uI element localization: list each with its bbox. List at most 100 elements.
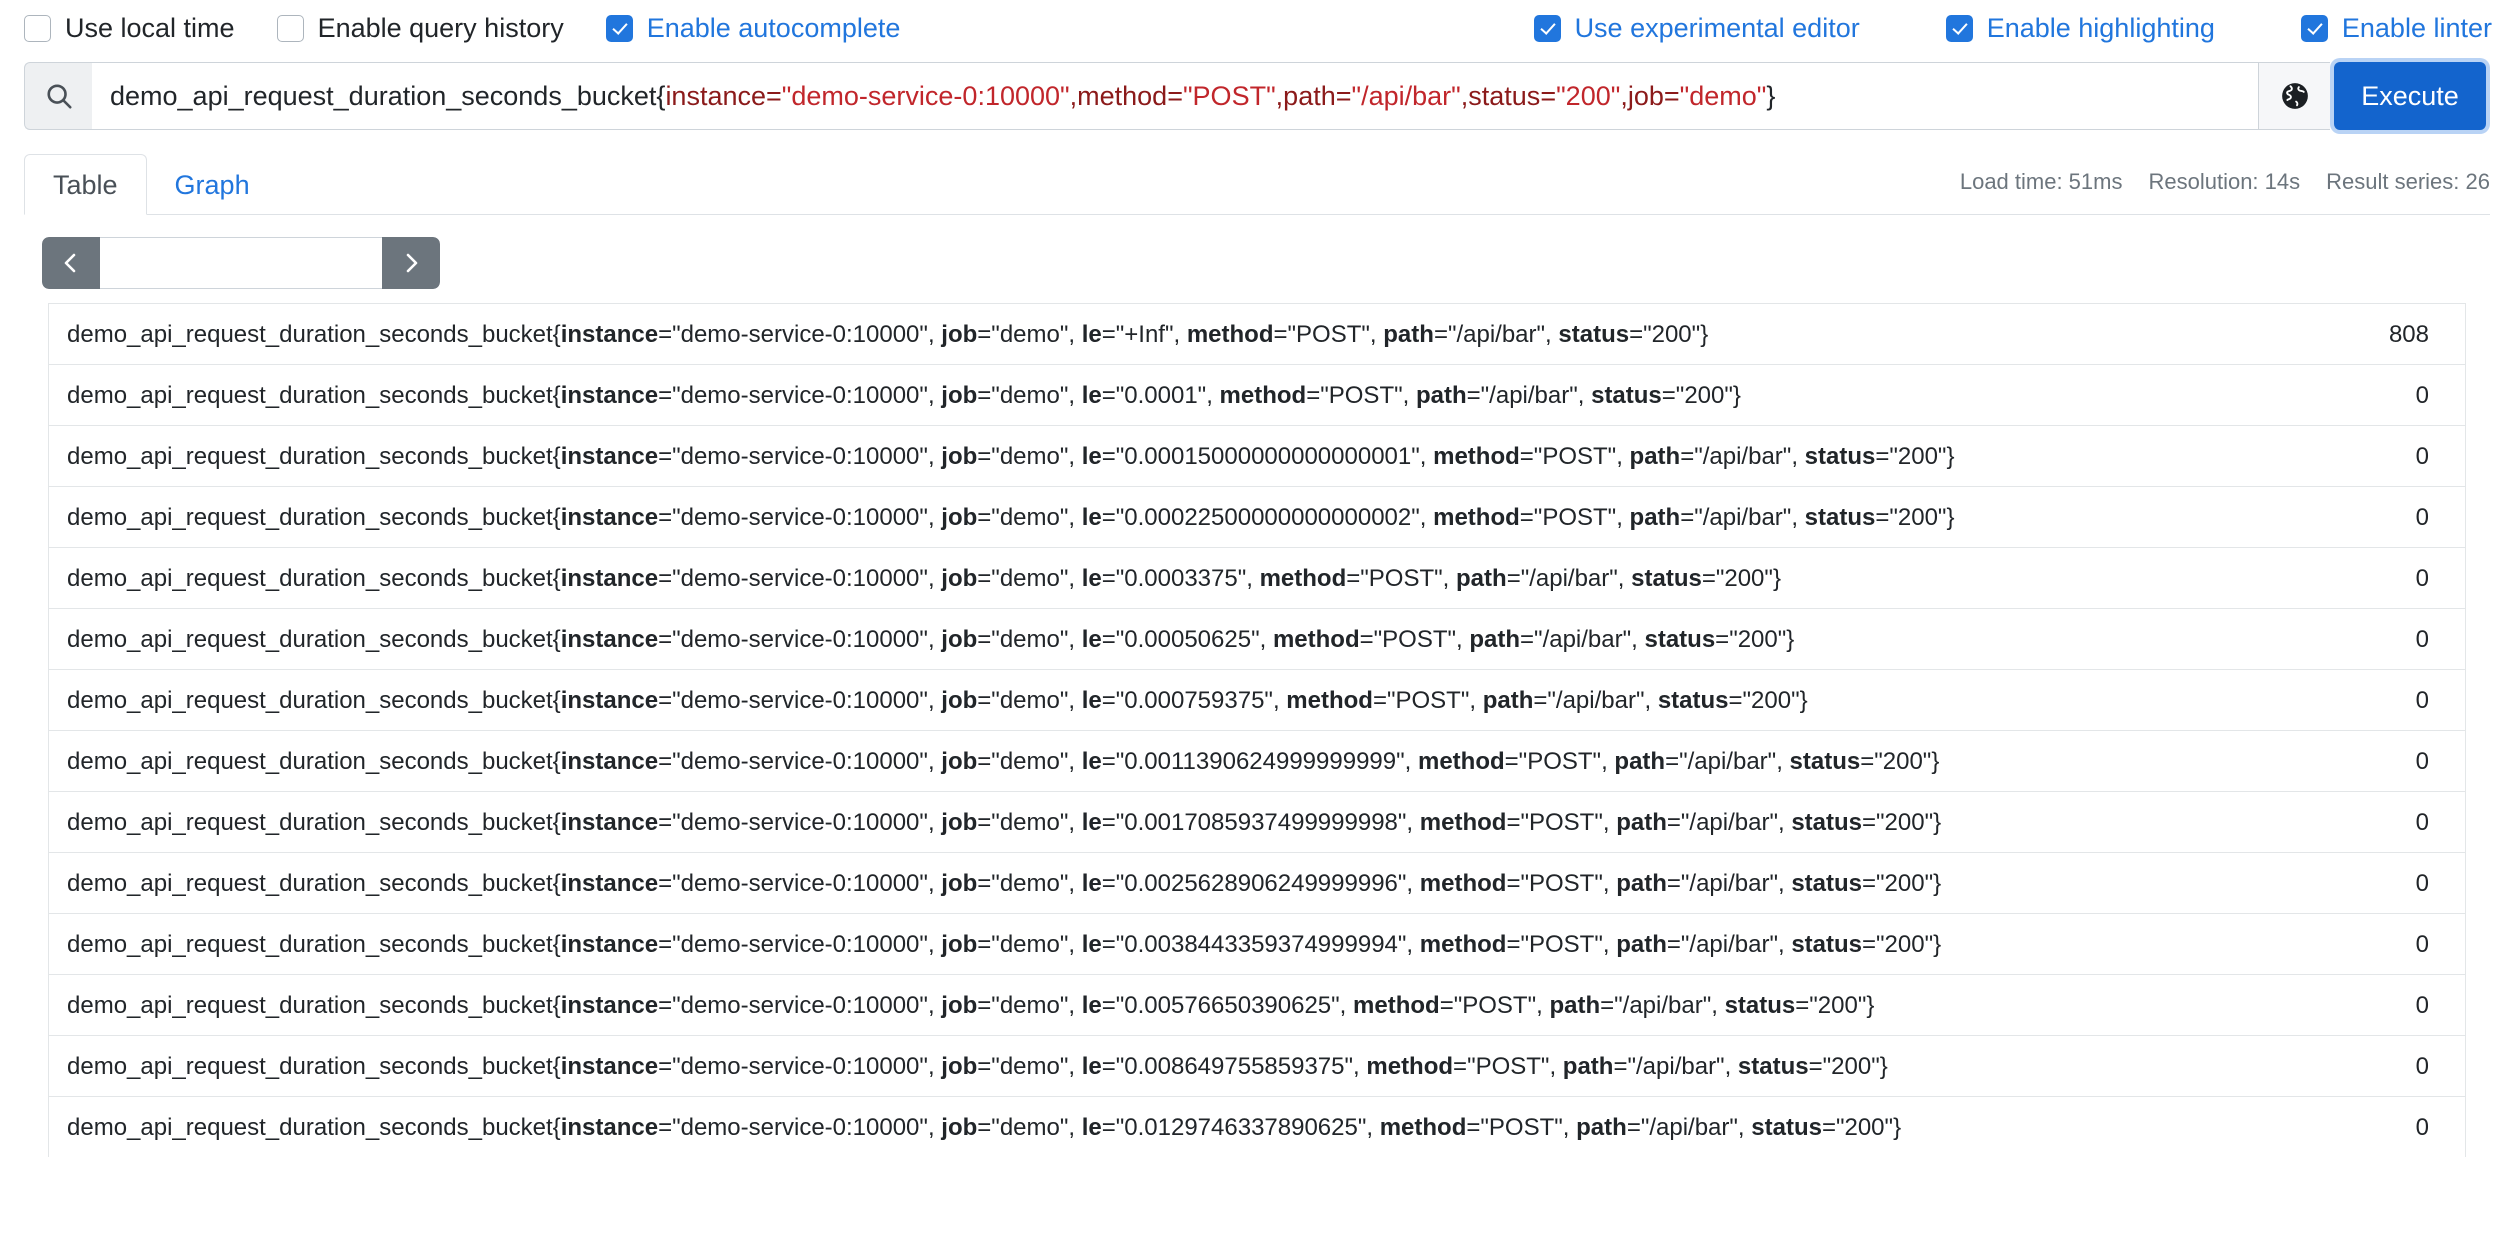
series-value-job: ="demo" <box>977 1114 1068 1141</box>
series-label-le: le <box>1082 321 1102 348</box>
series-label-instance: instance <box>561 443 658 470</box>
series-close-brace: } <box>1933 870 1941 897</box>
series-label-le: le <box>1082 1053 1102 1080</box>
series-label-path: path <box>1630 443 1681 470</box>
series-close-brace: } <box>1733 382 1741 409</box>
table-row[interactable]: demo_api_request_duration_seconds_bucket… <box>49 975 2465 1036</box>
series-label-method: method <box>1433 504 1520 531</box>
series-value-cell: 0 <box>2249 426 2465 487</box>
series-value-instance: ="demo-service-0:10000" <box>658 931 928 958</box>
series-value-job: ="demo" <box>977 321 1068 348</box>
series-value-method: ="POST" <box>1520 443 1616 470</box>
series-label-path: path <box>1563 1053 1614 1080</box>
series-label-job: job <box>941 1114 977 1141</box>
option-use-experimental-editor[interactable]: Use experimental editor <box>1534 13 1860 43</box>
table-row[interactable]: demo_api_request_duration_seconds_bucket… <box>49 914 2465 975</box>
series-label-instance: instance <box>561 687 658 714</box>
series-value-cell: 0 <box>2249 731 2465 792</box>
series-value-le: ="0.00050625" <box>1102 626 1260 653</box>
option-enable-autocomplete[interactable]: Enable autocomplete <box>606 13 901 43</box>
promql-expression-input[interactable]: demo_api_request_duration_seconds_bucket… <box>92 62 2258 130</box>
use-local-time-checkbox[interactable] <box>24 15 51 42</box>
table-row[interactable]: demo_api_request_duration_seconds_bucket… <box>49 731 2465 792</box>
use-experimental-editor-label: Use experimental editor <box>1575 13 1860 43</box>
series-label-status: status <box>1791 931 1862 958</box>
results-table-body: demo_api_request_duration_seconds_bucket… <box>49 304 2465 1158</box>
query-close-brace: } <box>1766 81 1775 112</box>
series-value-status: ="200" <box>1862 870 1933 897</box>
series-label-job: job <box>941 626 977 653</box>
series-metric-name: demo_api_request_duration_seconds_bucket… <box>67 1114 561 1141</box>
series-value-instance: ="demo-service-0:10000" <box>658 870 928 897</box>
series-close-brace: } <box>1893 1114 1901 1141</box>
stat-resolution: Resolution: 14s <box>2148 170 2300 194</box>
table-row[interactable]: demo_api_request_duration_seconds_bucket… <box>49 670 2465 731</box>
table-row[interactable]: demo_api_request_duration_seconds_bucket… <box>49 1036 2465 1097</box>
series-value-instance: ="demo-service-0:10000" <box>658 504 928 531</box>
use-experimental-editor-checkbox[interactable] <box>1534 15 1561 42</box>
matcher-separator-4: , <box>1620 81 1628 112</box>
series-value-le: ="0.00022500000000000002" <box>1102 504 1420 531</box>
matcher-value-path: "/api/bar" <box>1352 81 1461 112</box>
table-row[interactable]: demo_api_request_duration_seconds_bucket… <box>49 426 2465 487</box>
results-table-container: demo_api_request_duration_seconds_bucket… <box>48 303 2466 1157</box>
series-label-instance: instance <box>561 626 658 653</box>
table-row[interactable]: demo_api_request_duration_seconds_bucket… <box>49 304 2465 365</box>
matcher-label-job: job <box>1628 81 1664 112</box>
execute-button[interactable]: Execute <box>2334 62 2486 130</box>
series-value-instance: ="demo-service-0:10000" <box>658 443 928 470</box>
series-value-method: ="POST" <box>1306 382 1402 409</box>
series-label-status: status <box>1791 809 1862 836</box>
series-value-job: ="demo" <box>977 504 1068 531</box>
series-label-path: path <box>1383 321 1434 348</box>
series-value-job: ="demo" <box>977 809 1068 836</box>
tab-graph[interactable]: Graph <box>147 155 278 214</box>
table-panel: demo_api_request_duration_seconds_bucket… <box>24 215 2490 1157</box>
option-enable-linter[interactable]: Enable linter <box>2301 13 2492 43</box>
series-value-cell: 0 <box>2249 365 2465 426</box>
enable-query-history-checkbox[interactable] <box>277 15 304 42</box>
series-value-path: ="/api/bar" <box>1665 748 1776 775</box>
series-value-instance: ="demo-service-0:10000" <box>658 687 928 714</box>
evaluation-time-input[interactable] <box>100 237 382 289</box>
table-row[interactable]: demo_api_request_duration_seconds_bucket… <box>49 1097 2465 1158</box>
series-value-cell: 0 <box>2249 670 2465 731</box>
enable-linter-checkbox[interactable] <box>2301 15 2328 42</box>
matcher-value-status: "200" <box>1556 81 1620 112</box>
option-enable-highlighting[interactable]: Enable highlighting <box>1946 13 2215 43</box>
enable-highlighting-checkbox[interactable] <box>1946 15 1973 42</box>
matcher-separator-1: , <box>1070 81 1078 112</box>
option-enable-query-history[interactable]: Enable query history <box>277 13 564 43</box>
matcher-value-instance: "demo-service-0:10000" <box>782 81 1070 112</box>
option-use-local-time[interactable]: Use local time <box>24 13 235 43</box>
series-value-path: ="/api/bar" <box>1467 382 1578 409</box>
series-label-path: path <box>1576 1114 1627 1141</box>
table-row[interactable]: demo_api_request_duration_seconds_bucket… <box>49 487 2465 548</box>
series-value-method: ="POST" <box>1506 931 1602 958</box>
series-label-status: status <box>1751 1114 1822 1141</box>
series-metric-name: demo_api_request_duration_seconds_bucket… <box>67 626 561 653</box>
series-label-method: method <box>1420 809 1507 836</box>
series-value-path: ="/api/bar" <box>1600 992 1711 1019</box>
globe-icon[interactable] <box>2258 62 2330 130</box>
series-cell: demo_api_request_duration_seconds_bucket… <box>49 731 2249 792</box>
series-value-method: ="POST" <box>1453 1053 1549 1080</box>
series-metric-name: demo_api_request_duration_seconds_bucket… <box>67 565 561 592</box>
series-label-method: method <box>1366 1053 1453 1080</box>
enable-query-history-label: Enable query history <box>318 13 564 43</box>
table-row[interactable]: demo_api_request_duration_seconds_bucket… <box>49 548 2465 609</box>
series-value-path: ="/api/bar" <box>1507 565 1618 592</box>
results-table: demo_api_request_duration_seconds_bucket… <box>49 303 2465 1157</box>
chevron-right-icon[interactable] <box>382 237 440 289</box>
chevron-left-icon[interactable] <box>42 237 100 289</box>
table-row[interactable]: demo_api_request_duration_seconds_bucket… <box>49 365 2465 426</box>
evaluation-time-row <box>24 215 2490 303</box>
tab-table[interactable]: Table <box>24 154 147 215</box>
series-cell: demo_api_request_duration_seconds_bucket… <box>49 1097 2249 1158</box>
enable-autocomplete-checkbox[interactable] <box>606 15 633 42</box>
table-row[interactable]: demo_api_request_duration_seconds_bucket… <box>49 609 2465 670</box>
table-row[interactable]: demo_api_request_duration_seconds_bucket… <box>49 792 2465 853</box>
table-row[interactable]: demo_api_request_duration_seconds_bucket… <box>49 853 2465 914</box>
matcher-op-path: = <box>1336 81 1352 112</box>
series-close-brace: } <box>1946 504 1954 531</box>
